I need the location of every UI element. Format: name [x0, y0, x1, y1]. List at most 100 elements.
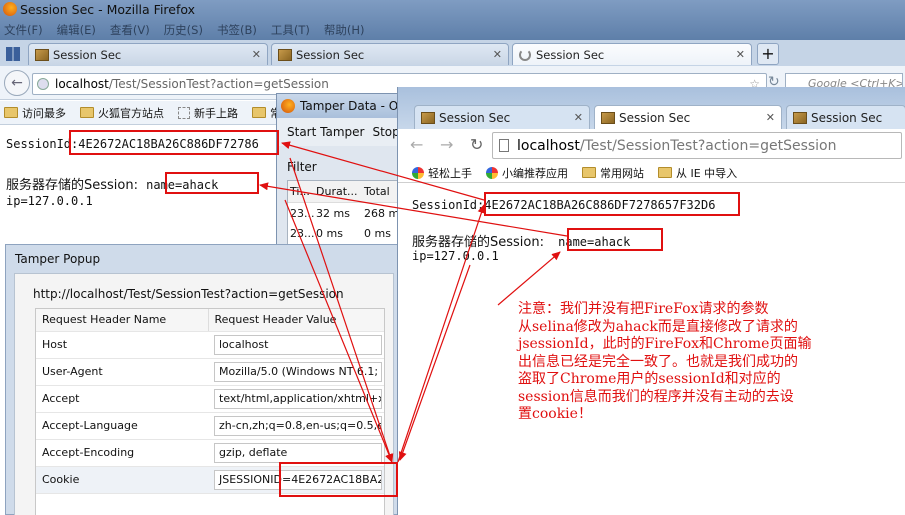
folder-icon	[252, 107, 266, 118]
chrome-tab-3[interactable]: Session Sec	[786, 105, 905, 129]
chrome-reload-icon[interactable]: ↻	[470, 135, 483, 154]
chrome-url-path: /Test/SessionTest?action=getSession	[579, 137, 837, 154]
chrome-tab-2[interactable]: Session Sec ✕	[594, 105, 782, 129]
menu-view[interactable]: 查看(V)	[110, 22, 150, 38]
annotation-line: 置cookie！	[518, 406, 592, 422]
highlight-chrome-store	[567, 228, 663, 251]
bookmark-easy-start[interactable]: 轻松上手	[412, 165, 472, 181]
back-button[interactable]: ←	[4, 70, 30, 96]
cell: 0 ms	[364, 226, 391, 240]
filter-label: Filter	[287, 160, 317, 174]
bookmark-label: 火狐官方站点	[98, 106, 164, 120]
new-tab-button[interactable]: +	[757, 43, 779, 65]
firefox-tab-2[interactable]: Session Sec ✕	[271, 43, 509, 65]
header-name: Host	[36, 331, 208, 359]
highlight-ff-store	[165, 172, 259, 194]
menu-history[interactable]: 历史(S)	[164, 22, 203, 38]
table-row[interactable]: Accept-Language zh-cn,zh;q=0.8,en-us;q=0…	[36, 412, 384, 440]
col-time[interactable]: Ti...	[288, 185, 314, 198]
firefox-tab-3[interactable]: Session Sec ✕	[512, 43, 752, 65]
col-total[interactable]: Total	[362, 185, 402, 198]
header-value-field[interactable]: text/html,application/xhtml+x	[214, 388, 382, 409]
header-value-field[interactable]: gzip, deflate	[214, 442, 382, 463]
menu-help[interactable]: 帮助(H)	[324, 22, 365, 38]
bookmark-label: 从 IE 中导入	[676, 166, 738, 180]
header-name: Accept-Language	[36, 412, 208, 440]
tab-close-icon[interactable]: ✕	[493, 48, 502, 61]
bookmark-getting-started[interactable]: 新手上路	[178, 105, 238, 121]
stop-button[interactable]: Stop	[372, 125, 399, 139]
header-value-field[interactable]: localhost	[214, 334, 382, 355]
page-icon	[499, 139, 509, 152]
table-row[interactable]: 23... 32 ms 268 m	[288, 203, 404, 223]
firefox-title: Session Sec - Mozilla Firefox	[20, 2, 196, 17]
tab-favicon-icon	[793, 111, 807, 124]
menu-edit[interactable]: 编辑(E)	[57, 22, 96, 38]
chrome-omnibox[interactable]: localhost/Test/SessionTest?action=getSes…	[492, 132, 902, 159]
firefox-logo-icon	[3, 2, 17, 16]
tab-label: Session Sec	[439, 110, 511, 125]
bookmark-most-visited[interactable]: 访问最多	[4, 105, 66, 121]
menu-file[interactable]: 文件(F)	[4, 22, 43, 38]
menu-bookmarks[interactable]: 书签(B)	[217, 22, 257, 38]
bookmark-label: 轻松上手	[428, 166, 472, 180]
menu-tools[interactable]: 工具(T)	[271, 22, 310, 38]
tamper-data-window: Tamper Data - O Start Tamper Stop Filter…	[276, 93, 406, 253]
chrome-back-icon[interactable]: ←	[410, 135, 423, 154]
google-icon	[412, 166, 424, 179]
chrome-ip-line: ip=127.0.0.1	[412, 249, 499, 263]
col-duration[interactable]: Durat...	[314, 185, 362, 198]
start-tamper-button[interactable]: Start Tamper	[287, 125, 364, 139]
table-row[interactable]: Accept text/html,application/xhtml+x	[36, 385, 384, 413]
tab-close-icon[interactable]: ✕	[736, 48, 745, 61]
tab-label: Session Sec	[296, 47, 365, 62]
header-name: Accept	[36, 385, 208, 413]
header-value-field[interactable]: zh-cn,zh;q=0.8,en-us;q=0.5,en	[214, 415, 382, 436]
tab-favicon-icon	[421, 111, 435, 124]
cell: 23...	[290, 206, 315, 220]
chrome-forward-icon[interactable]: →	[440, 135, 453, 154]
bookmark-label: 常用网站	[600, 166, 644, 180]
bookmark-label: 小编推荐应用	[502, 166, 568, 180]
chrome-store-label: 服务器存储的Session:	[412, 235, 544, 250]
tab-close-icon[interactable]: ✕	[766, 111, 775, 124]
tamper-data-titlebar: Tamper Data - O	[277, 94, 405, 118]
popup-url: http://localhost/Test/SessionTest?action…	[33, 287, 344, 301]
bookmark-firefox-site[interactable]: 火狐官方站点	[80, 105, 164, 121]
tab-groups-icon[interactable]	[6, 47, 20, 61]
tab-favicon-icon	[35, 48, 49, 61]
cell: 32 ms	[316, 206, 350, 220]
tamper-list: Ti... Durat... Total 23... 32 ms 268 m 2…	[287, 180, 405, 246]
ff-ip-line: ip=127.0.0.1	[6, 194, 93, 208]
tab-close-icon[interactable]: ✕	[574, 111, 583, 124]
col-header-value[interactable]: Request Header Value	[208, 309, 384, 332]
firefox-tab-1[interactable]: Session Sec ✕	[28, 43, 268, 65]
tamper-app-icon	[281, 99, 295, 113]
google-icon	[486, 166, 498, 179]
highlight-ff-session	[69, 130, 279, 155]
dotted-page-icon	[178, 106, 190, 119]
tab-loading-icon	[519, 48, 531, 61]
folder-icon	[658, 167, 672, 178]
bookmark-label: 新手上路	[194, 106, 238, 120]
firefox-menubar: 文件(F) 编辑(E) 查看(V) 历史(S) 书签(B) 工具(T) 帮助(H…	[4, 22, 364, 38]
folder-icon	[582, 167, 596, 178]
url-path: /Test/SessionTest?action=getSession	[108, 77, 329, 91]
annotation-line: session信息而我们的程序并没有主动的去设	[518, 388, 794, 405]
bookmark-common-sites[interactable]: 常用网站	[582, 165, 644, 181]
table-row[interactable]: 23... 0 ms 0 ms	[288, 223, 404, 243]
header-value-field[interactable]: Mozilla/5.0 (Windows NT 6.1; r	[214, 361, 382, 382]
tab-close-icon[interactable]: ✕	[252, 48, 261, 61]
tamper-popup-title: Tamper Popup	[15, 252, 101, 266]
ff-session-label: SessionId:	[6, 137, 79, 151]
bookmark-import-ie[interactable]: 从 IE 中导入	[658, 165, 737, 181]
bookmark-recommended-apps[interactable]: 小编推荐应用	[486, 165, 568, 181]
col-header-name[interactable]: Request Header Name	[36, 309, 209, 332]
chrome-tab-1[interactable]: Session Sec ✕	[414, 105, 590, 129]
chrome-bookmarks-bar: 轻松上手 小编推荐应用 常用网站 从 IE 中导入	[398, 163, 905, 183]
table-row[interactable]: User-Agent Mozilla/5.0 (Windows NT 6.1; …	[36, 358, 384, 386]
tab-label: Session Sec	[619, 110, 691, 125]
cell: 268 m	[364, 206, 400, 220]
annotation-note: 注意：我们并没有把FireFox请求的参数 从selina修改为ahack而是直…	[518, 301, 811, 424]
table-row[interactable]: Host localhost	[36, 331, 384, 359]
